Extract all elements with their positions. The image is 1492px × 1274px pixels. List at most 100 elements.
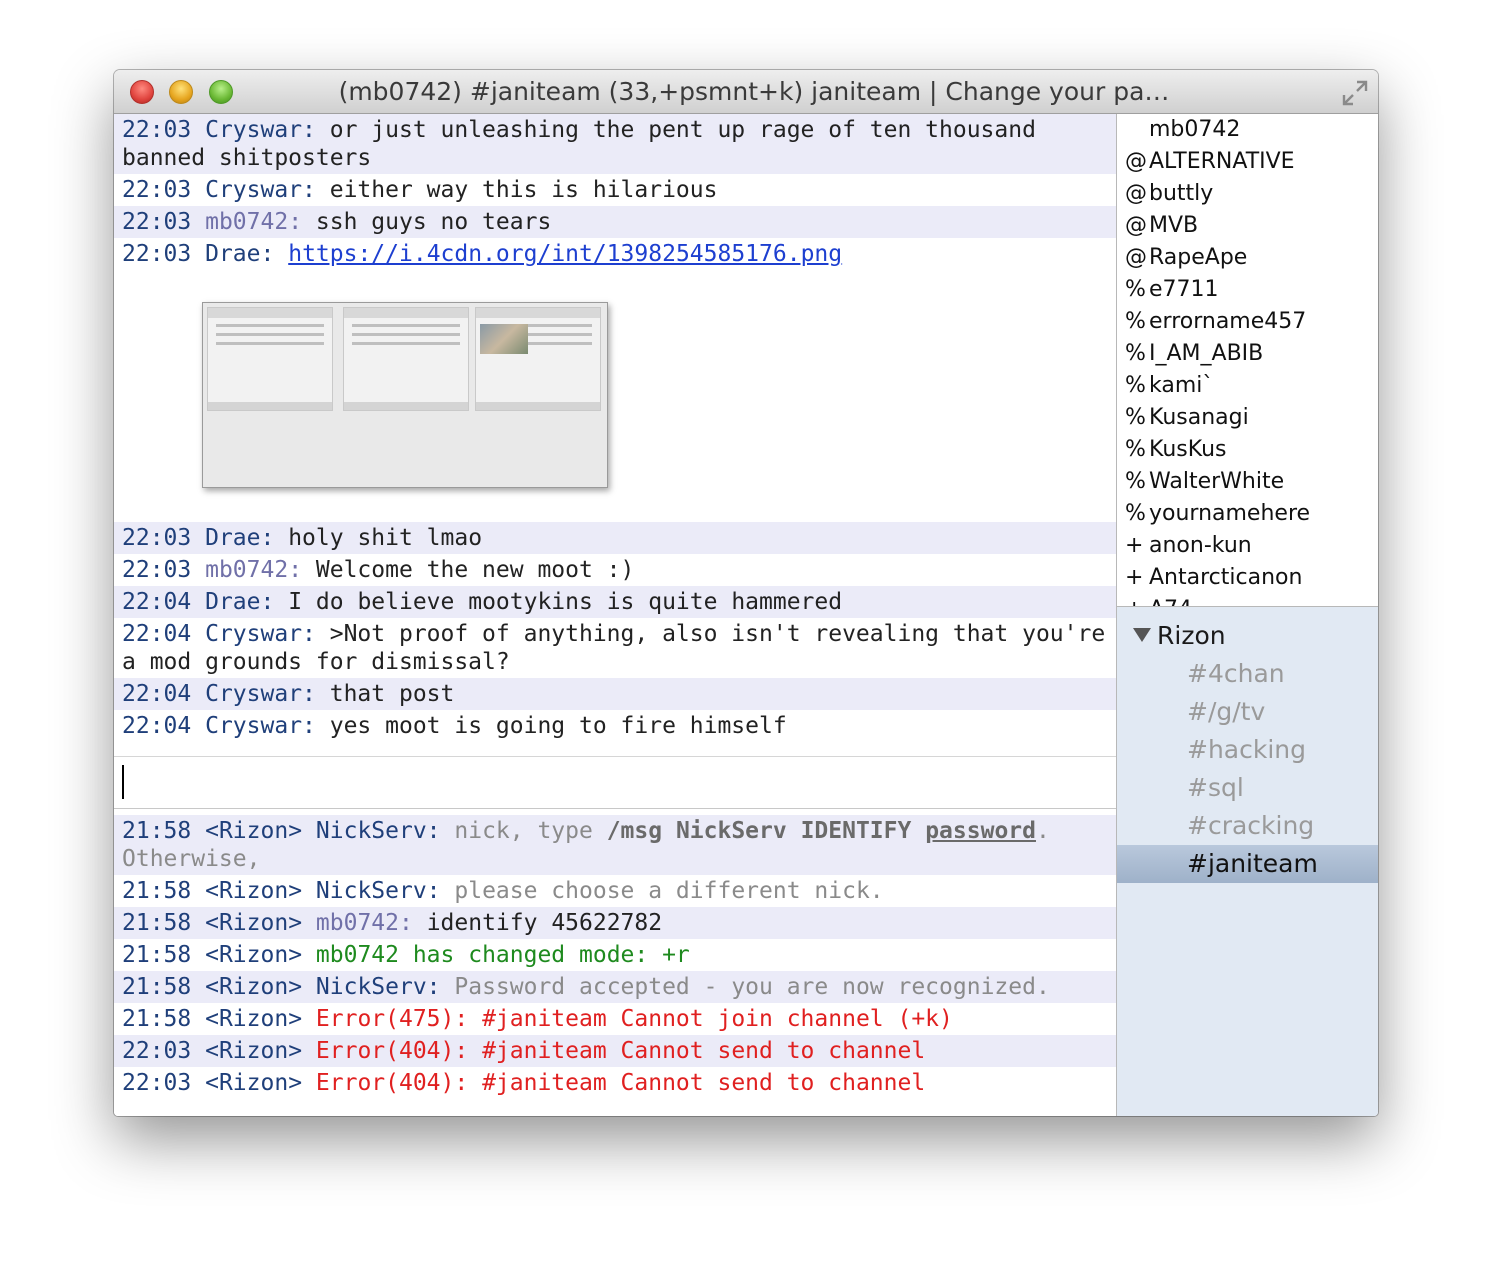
- user-name: anon-kun: [1149, 533, 1252, 558]
- message-nick[interactable]: mb0742:: [205, 209, 302, 235]
- message-time: 22:03: [122, 241, 192, 267]
- log-network: <Rizon>: [205, 1006, 303, 1032]
- message-nick[interactable]: Cryswar:: [205, 117, 316, 143]
- user-list-item[interactable]: @ALTERNATIVE: [1117, 146, 1378, 178]
- log-nick[interactable]: NickServ:: [316, 818, 441, 844]
- user-prefix: %: [1125, 341, 1146, 366]
- log-nick[interactable]: NickServ:: [316, 878, 441, 904]
- title-bar[interactable]: (mb0742) #janiteam (33,+psmnt+k) janitea…: [114, 70, 1378, 114]
- log-nick[interactable]: NickServ:: [316, 974, 441, 1000]
- message-row: 22:04 Cryswar: that post: [114, 678, 1116, 710]
- message-nick[interactable]: Cryswar:: [205, 681, 316, 707]
- log-text-part: /msg NickServ IDENTIFY: [606, 818, 912, 844]
- minimize-button[interactable]: [169, 80, 193, 104]
- inline-image-preview[interactable]: [202, 302, 608, 488]
- message-row: 22:04 Cryswar: yes moot is going to fire…: [114, 710, 1116, 742]
- user-name: mb0742: [1149, 117, 1241, 142]
- channel-item[interactable]: #cracking: [1117, 807, 1378, 845]
- panel-line: [216, 333, 324, 336]
- user-list-item[interactable]: +A74: [1117, 594, 1378, 606]
- user-prefix: @: [1125, 149, 1147, 174]
- message-row: 22:03 mb0742: ssh guys no tears: [114, 206, 1116, 238]
- user-list-item[interactable]: % errorname457: [1117, 306, 1378, 338]
- input-area[interactable]: [114, 756, 1116, 806]
- message-time: 22:04: [122, 589, 192, 615]
- message-link[interactable]: https://i.4cdn.org/int/1398254585176.png: [288, 241, 842, 267]
- message-row: 22:03 Drae: https://i.4cdn.org/int/13982…: [114, 238, 1116, 270]
- message-nick[interactable]: Cryswar:: [205, 713, 316, 739]
- disclosure-triangle-icon[interactable]: [1133, 628, 1151, 642]
- panel-line: [352, 324, 460, 327]
- message-row: 22:03 Cryswar: either way this is hilari…: [114, 174, 1116, 206]
- message-nick[interactable]: Drae:: [205, 241, 274, 267]
- channel-tree: Rizon #4chan #/g/tv #hacking #sql #cracking #…: [1117, 607, 1378, 1116]
- user-list-item[interactable]: % kami`: [1117, 370, 1378, 402]
- message-nick[interactable]: Cryswar:: [205, 621, 316, 647]
- log-row: 21:58 <Rizon> mb0742 has changed mode: +…: [114, 939, 1116, 971]
- log-row: 21:58 <Rizon> NickServ: please choose a …: [114, 875, 1116, 907]
- panel-line: [216, 342, 324, 345]
- message-time: 22:04: [122, 713, 192, 739]
- user-list-item[interactable]: % I_AM_ABIB: [1117, 338, 1378, 370]
- fullscreen-icon[interactable]: [1340, 78, 1370, 108]
- log-text: identify 45622782: [412, 910, 663, 936]
- log-network: <Rizon>: [205, 974, 303, 1000]
- channel-item[interactable]: #4chan: [1117, 655, 1378, 693]
- log-row: 22:03 <Rizon> Error(404): #janiteam Cann…: [114, 1067, 1116, 1099]
- panel-header: [476, 308, 600, 318]
- log-time: 22:03: [122, 1070, 192, 1096]
- channel-item[interactable]: #janiteam: [1117, 845, 1378, 883]
- user-prefix: %: [1125, 437, 1146, 462]
- user-list-item[interactable]: % Kusanagi: [1117, 402, 1378, 434]
- user-list-item[interactable]: % e7711: [1117, 274, 1378, 306]
- panel-line: [216, 324, 324, 327]
- user-list[interactable]: mb0742 @ALTERNATIVE @buttly @MVB @RapeApe% e7…: [1117, 114, 1378, 607]
- irc-window: (mb0742) #janiteam (33,+psmnt+k) janitea…: [114, 70, 1378, 1116]
- message-time: 22:03: [122, 525, 192, 551]
- panel-header: [208, 308, 332, 318]
- user-prefix: @: [1125, 181, 1147, 206]
- message-nick[interactable]: Drae:: [205, 589, 274, 615]
- message-text: that post: [315, 681, 455, 707]
- panel-footer: [208, 402, 332, 410]
- user-list-item[interactable]: @RapeApe: [1117, 242, 1378, 274]
- user-list-item[interactable]: @MVB: [1117, 210, 1378, 242]
- user-list-item[interactable]: % KusKus: [1117, 434, 1378, 466]
- zoom-button[interactable]: [209, 80, 233, 104]
- user-list-item[interactable]: @buttly: [1117, 178, 1378, 210]
- log-network: <Rizon>: [205, 910, 303, 936]
- user-prefix: +: [1125, 594, 1149, 606]
- log-time: 21:58: [122, 878, 192, 904]
- panel-picture: [480, 324, 528, 354]
- user-prefix: +: [1125, 533, 1144, 558]
- log-time: 21:58: [122, 910, 192, 936]
- channel-item[interactable]: #hacking: [1117, 731, 1378, 769]
- user-name: ALTERNATIVE: [1149, 149, 1295, 174]
- message-time: 22:03: [122, 209, 192, 235]
- user-list-item[interactable]: + anon-kun: [1117, 530, 1378, 562]
- user-list-item[interactable]: % yournamehere: [1117, 498, 1378, 530]
- log-text: Password accepted - you are now recogniz…: [440, 974, 1050, 1000]
- user-name: yournamehere: [1149, 501, 1311, 526]
- message-text: either way this is hilarious: [315, 177, 718, 203]
- log-nick[interactable]: mb0742:: [316, 910, 413, 936]
- close-button[interactable]: [130, 80, 154, 104]
- panel-header: [344, 308, 468, 318]
- message-row: 22:03 Drae: holy shit lmao: [114, 522, 1116, 554]
- message-nick[interactable]: mb0742:: [205, 557, 302, 583]
- tree-server-rizon[interactable]: Rizon: [1117, 617, 1378, 655]
- server-log[interactable]: 21:58 <Rizon> NickServ: nick, type /msg …: [114, 808, 1116, 1116]
- message-input[interactable]: [122, 763, 1106, 801]
- message-nick[interactable]: Drae:: [205, 525, 274, 551]
- user-list-item[interactable]: mb0742: [1117, 114, 1378, 146]
- message-time: 22:04: [122, 621, 192, 647]
- log-text: please choose a different nick.: [440, 878, 884, 904]
- channel-item[interactable]: #sql: [1117, 769, 1378, 807]
- user-list-item[interactable]: + Antarcticanon: [1117, 562, 1378, 594]
- user-list-item[interactable]: % WalterWhite: [1117, 466, 1378, 498]
- log-network: <Rizon>: [205, 942, 303, 968]
- log-time: 21:58: [122, 818, 192, 844]
- channel-messages[interactable]: 22:03 Cryswar: or just unleashing the pe…: [114, 114, 1116, 752]
- channel-item[interactable]: #/g/tv: [1117, 693, 1378, 731]
- message-nick[interactable]: Cryswar:: [205, 177, 316, 203]
